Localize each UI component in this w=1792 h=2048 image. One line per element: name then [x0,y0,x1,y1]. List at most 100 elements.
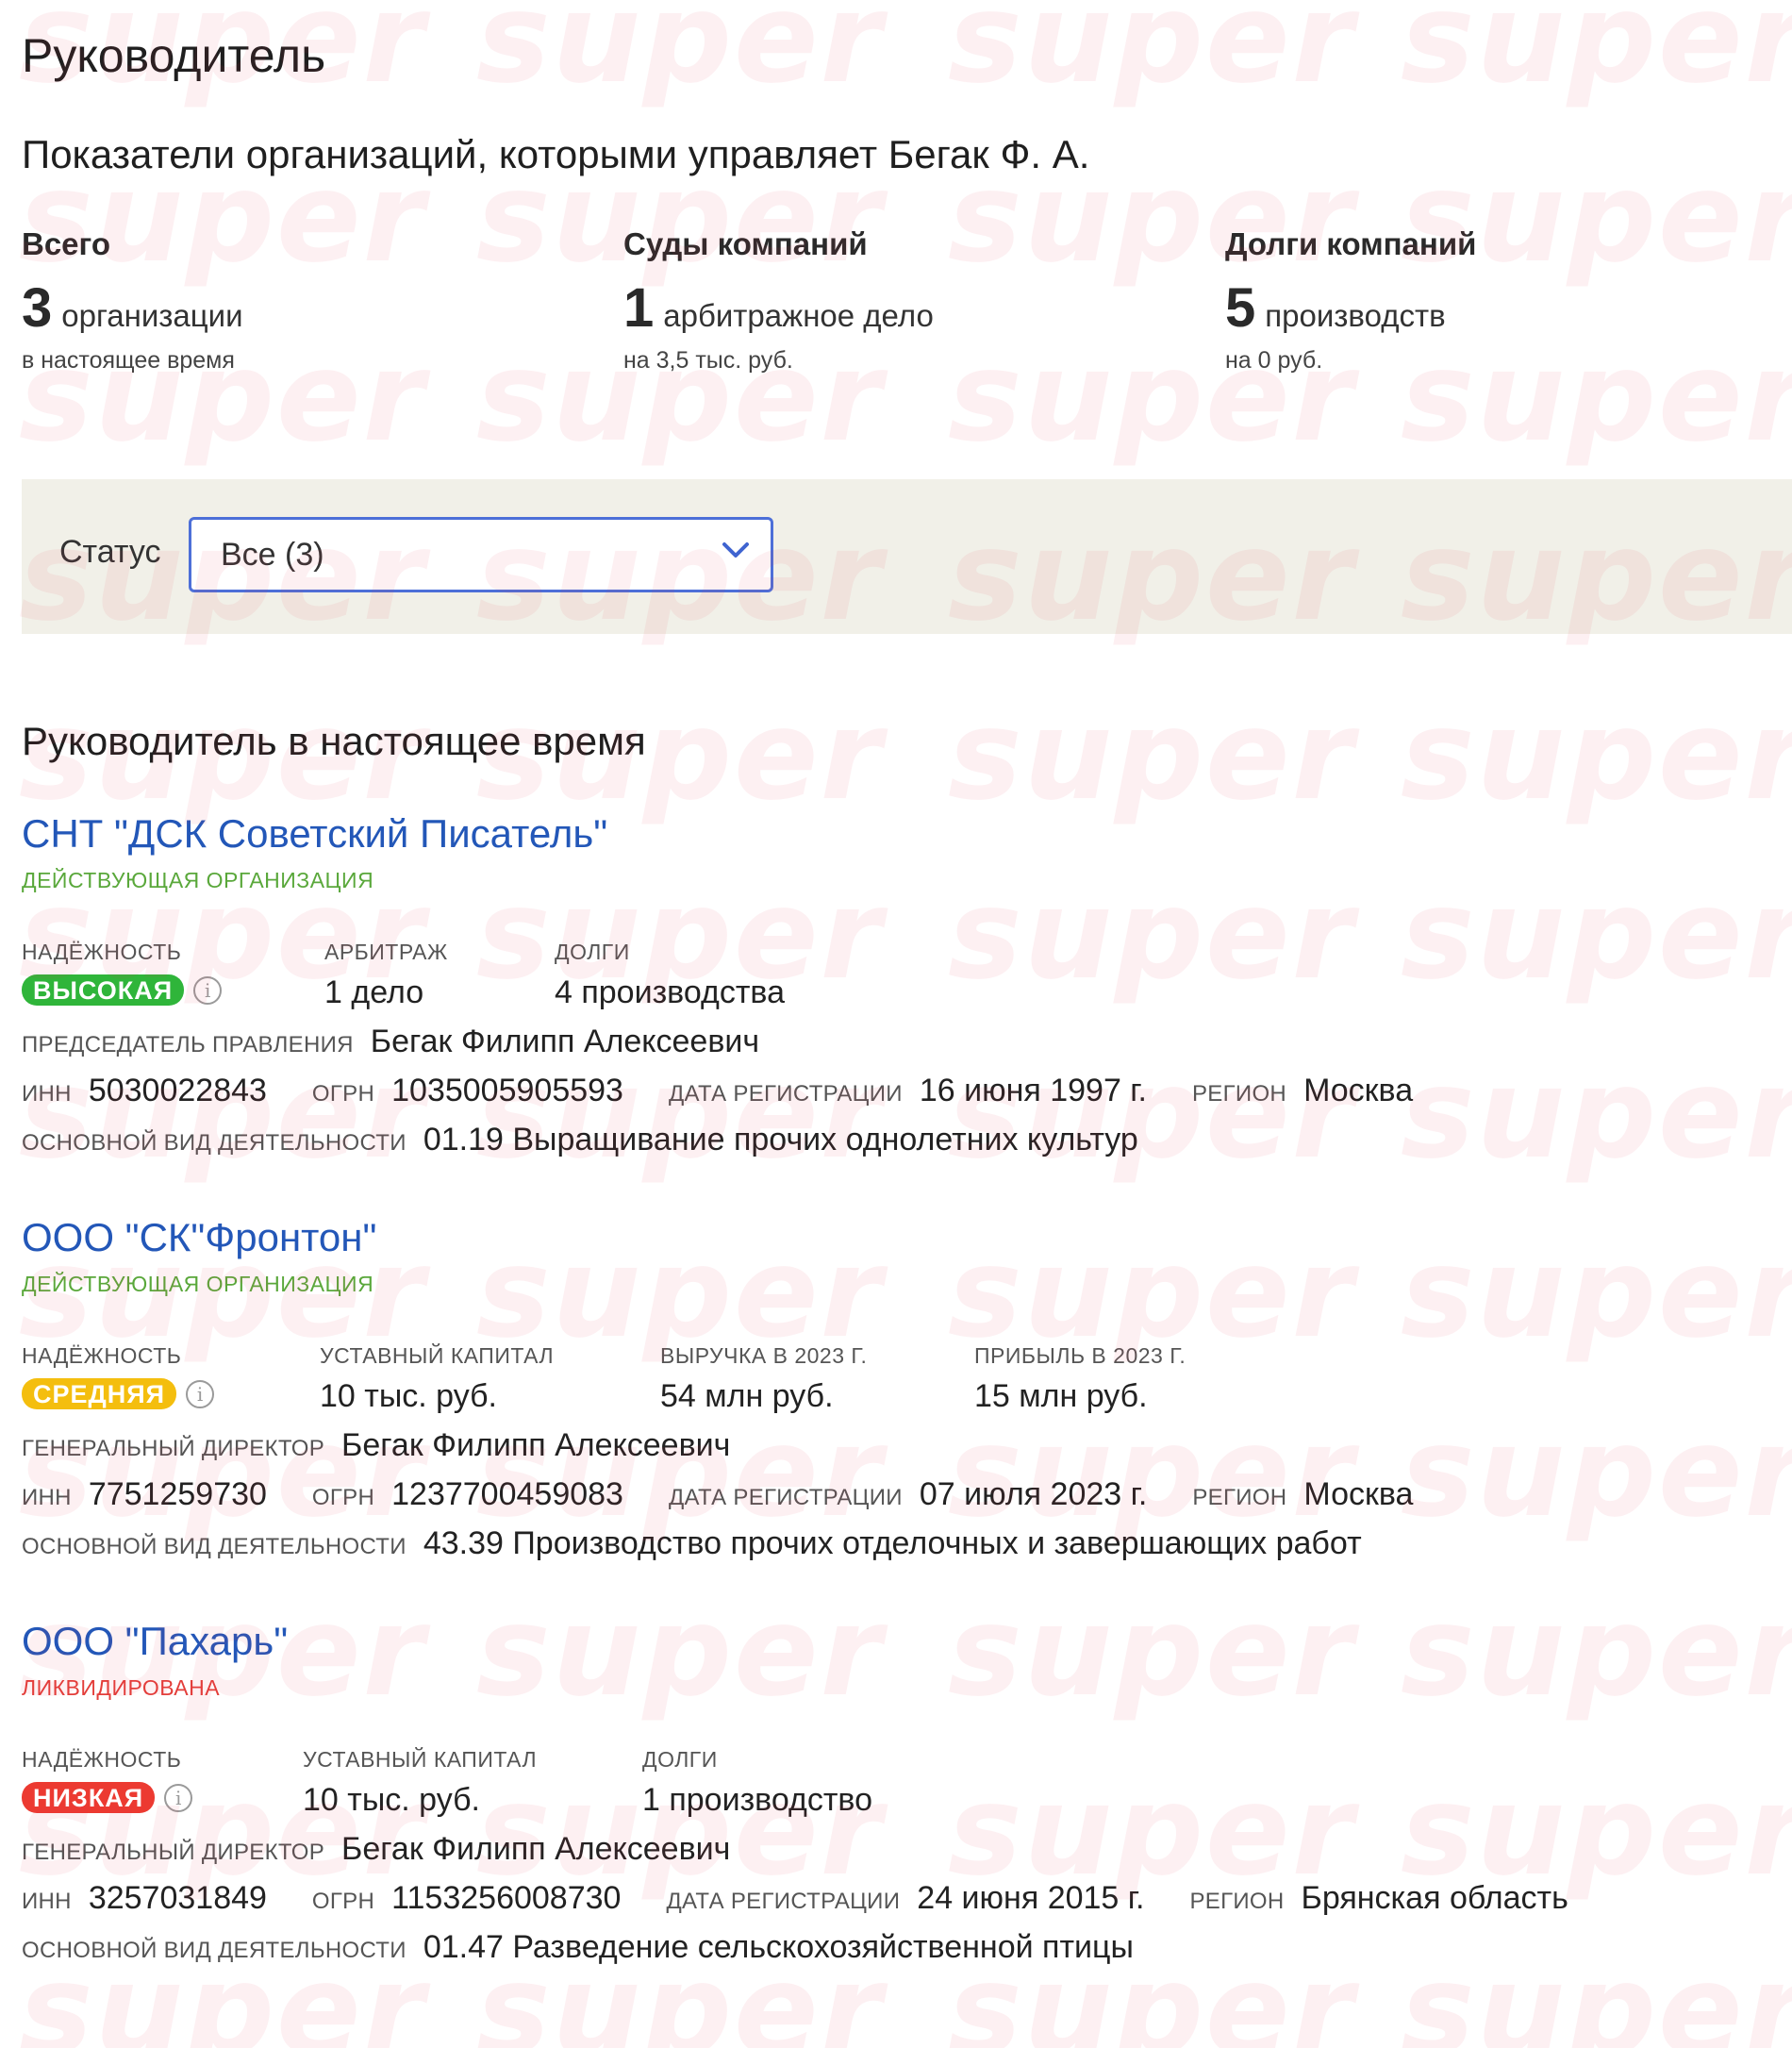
ogrn-label: ОГРН [311,1889,375,1914]
metric-reliability: НАДЁЖНОСТЬ ВЫСОКАЯ i [22,940,223,1006]
inn-label: ИНН [22,1485,72,1510]
stat-unit: арбитражное дело [663,298,934,333]
metric-capital: УСТАВНЫЙ КАПИТАЛ 10 тыс. руб. [303,1747,537,1819]
head-row: ГЕНЕРАЛЬНЫЙ ДИРЕКТОР Бегак Филипп Алексе… [22,1427,775,1464]
company-status: ДЕЙСТВУЮЩАЯ ОРГАНИЗАЦИЯ [22,1272,374,1296]
company-name-link[interactable]: СНТ "ДСК Советский Писатель" [22,811,1792,857]
metric-value: 1 производство [642,1782,873,1818]
activity-row: ОСНОВНОЙ ВИД ДЕЯТЕЛЬНОСТИ 43.39 Производ… [22,1525,1407,1562]
inn-value: 7751259730 [88,1476,267,1512]
watermark-text: super [948,1400,1355,1545]
requisites-row: ИНН 5030022843 ОГРН 1035005905593 ДАТА Р… [22,1073,1458,1109]
section-title: Руководитель в настоящее время [22,719,646,763]
status-filter-label: Статус [59,534,161,570]
company-card: ООО "СК"Фронтон" ДЕЙСТВУЮЩАЯ ОРГАНИЗАЦИЯ… [22,1215,1792,1561]
ogrn-value: 1237700459083 [391,1476,623,1512]
metric-label: ДОЛГИ [555,940,630,964]
region-label: РЕГИОН [1189,1889,1285,1914]
activity-label: ОСНОВНОЙ ВИД ДЕЯТЕЛЬНОСТИ [22,1130,407,1156]
metric-value: 1 дело [324,974,424,1010]
metric-label: НАДЁЖНОСТЬ [22,1747,182,1772]
stat-total: Всего 3 организации в настоящее время [22,226,588,375]
company-status: ДЕЙСТВУЮЩАЯ ОРГАНИЗАЦИЯ [22,868,374,892]
stat-title: Всего [22,226,111,261]
metric-value: 10 тыс. руб. [303,1782,480,1818]
page-subtitle: Показатели организаций, которыми управля… [22,132,1090,176]
info-icon[interactable]: i [186,1379,215,1408]
reg-date-value: 24 июня 2015 г. [917,1880,1145,1916]
head-name: Бегак Филипп Алексеевич [341,1427,731,1463]
status-select[interactable]: Все (3) [189,517,773,592]
region-value: Брянская область [1301,1880,1568,1916]
reg-date-label: ДАТА РЕГИСТРАЦИИ [668,1081,903,1107]
company-name-link[interactable]: ООО "Пахарь" [22,1619,1792,1664]
metric-label: ДОЛГИ [642,1747,718,1772]
reliability-badge: ВЫСОКАЯ [22,974,185,1006]
activity-row: ОСНОВНОЙ ВИД ДЕЯТЕЛЬНОСТИ 01.19 Выращива… [22,1122,1184,1158]
company-card: СНТ "ДСК Советский Писатель" ДЕЙСТВУЮЩАЯ… [22,811,1792,1157]
metric-debts: ДОЛГИ 4 производства [555,940,785,1011]
metric-reliability: НАДЁЖНОСТЬ СРЕДНЯЯ i [22,1343,215,1409]
stat-debts: Долги компаний 5 производств на 0 руб. [1225,226,1791,375]
reg-date-label: ДАТА РЕГИСТРАЦИИ [668,1485,903,1510]
watermark-text: super [1401,1758,1792,1904]
watermark-text: super [1401,1938,1792,2048]
inn-label: ИНН [22,1081,72,1107]
watermark-text: super [1401,683,1792,828]
head-row: ГЕНЕРАЛЬНЫЙ ДИРЕКТОР Бегак Филипп Алексе… [22,1831,775,1868]
head-label: ГЕНЕРАЛЬНЫЙ ДИРЕКТОР [22,1840,325,1865]
page-title: Руководитель [22,29,326,82]
head-name: Бегак Филипп Алексеевич [370,1024,760,1059]
reg-date-value: 16 июня 1997 г. [919,1073,1147,1108]
status-filter-bar: Статус Все (3) [22,479,1792,634]
ogrn-label: ОГРН [311,1485,375,1510]
metric-debts: ДОЛГИ 1 производство [642,1747,872,1819]
metric-label: УСТАВНЫЙ КАПИТАЛ [320,1343,555,1368]
chevron-down-icon [722,542,749,558]
ogrn-value: 1035005905593 [391,1073,623,1108]
metric-label: УСТАВНЫЙ КАПИТАЛ [303,1747,538,1772]
inn-label: ИНН [22,1889,72,1914]
activity-label: ОСНОВНОЙ ВИД ДЕЯТЕЛЬНОСТИ [22,1534,407,1559]
stat-unit: производств [1265,298,1446,333]
region-label: РЕГИОН [1192,1485,1287,1510]
metric-value: 15 млн руб. [974,1378,1148,1414]
activity-value: 01.47 Разведение сельскохозяйственной пт… [423,1929,1134,1965]
metric-label: НАДЁЖНОСТЬ [22,940,182,964]
region-value: Москва [1303,1073,1414,1108]
stat-number: 3 [22,277,53,339]
inn-value: 3257031849 [88,1880,267,1916]
activity-row: ОСНОВНОЙ ВИД ДЕЯТЕЛЬНОСТИ 01.47 Разведен… [22,1929,1179,1966]
watermark-text: super [1401,1400,1792,1545]
region-value: Москва [1303,1476,1414,1512]
metric-value: 54 млн руб. [660,1378,834,1414]
stat-courts: Суды компаний 1 арбитражное дело на 3,5 … [623,226,1189,375]
metric-label: ПРИБЫЛЬ В 2023 Г. [974,1343,1186,1368]
stat-title: Суды компаний [623,226,868,261]
reliability-badge: НИЗКАЯ [22,1782,156,1813]
stat-unit: организации [61,298,243,333]
stat-number: 5 [1225,277,1256,339]
stat-subtext: на 3,5 тыс. руб. [623,347,793,374]
info-icon[interactable]: i [164,1783,193,1812]
stat-subtext: на 0 руб. [1225,347,1323,374]
metric-label: ВЫРУЧКА В 2023 Г. [660,1343,868,1368]
watermark-text: super [476,0,884,111]
stat-title: Долги компаний [1225,226,1477,261]
metric-arbitration: АРБИТРАЖ 1 дело [324,940,448,1011]
watermark-text: super [948,0,1355,111]
company-card: ООО "Пахарь" ЛИКВИДИРОВАНА НАДЁЖНОСТЬ НИ… [22,1619,1792,1965]
watermark-text: super [1401,1041,1792,1187]
head-label: ГЕНЕРАЛЬНЫЙ ДИРЕКТОР [22,1436,325,1461]
info-icon[interactable]: i [193,975,223,1005]
activity-value: 01.19 Выращивание прочих однолетних куль… [423,1122,1138,1157]
activity-value: 43.39 Производство прочих отделочных и з… [423,1525,1362,1561]
requisites-row: ИНН 3257031849 ОГРН 1153256008730 ДАТА Р… [22,1880,1614,1917]
metric-revenue: ВЫРУЧКА В 2023 Г. 54 млн руб. [660,1343,867,1415]
company-name-link[interactable]: ООО "СК"Фронтон" [22,1215,1792,1260]
head-name: Бегак Филипп Алексеевич [341,1831,731,1867]
status-select-value: Все (3) [221,537,324,573]
metric-reliability: НАДЁЖНОСТЬ НИЗКАЯ i [22,1747,193,1813]
watermark-text: super [948,683,1355,828]
ogrn-label: ОГРН [311,1081,375,1107]
